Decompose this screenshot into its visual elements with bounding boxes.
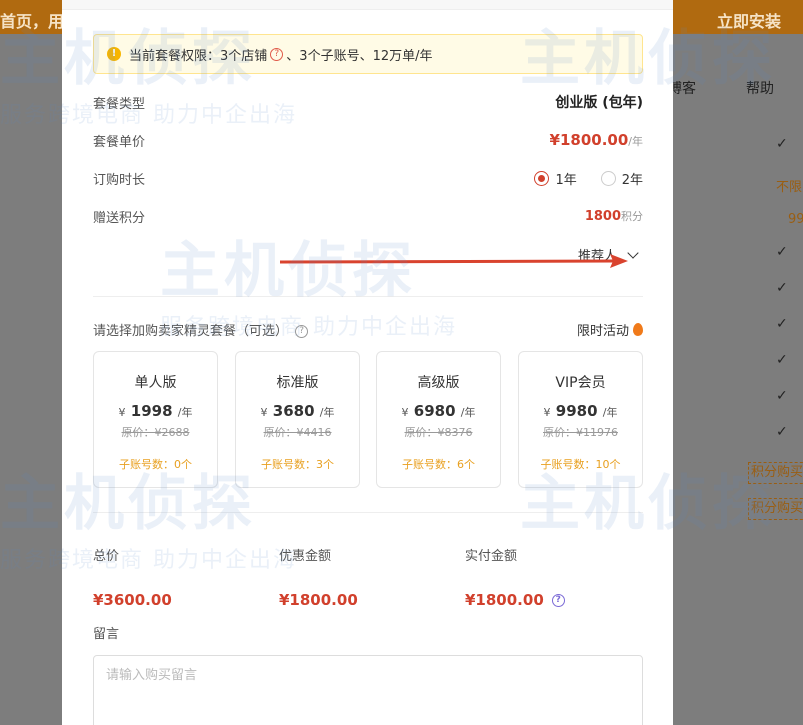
addon-card-subaccounts: 子账号数：6个: [402, 458, 475, 471]
notice-stores: 3个店铺: [220, 48, 268, 64]
total-value: ¥3600.00: [93, 591, 172, 609]
points-row: 赠送积分 1800积分: [93, 205, 643, 227]
discount-value: ¥1800.00: [279, 591, 358, 609]
duration-radio-group: 1年 2年: [534, 169, 643, 188]
plan-price-unit: /年: [628, 135, 643, 148]
plan-price: ¥1800.00/年: [550, 131, 643, 149]
purchase-modal: ! 当前套餐权限： 3个店铺 ? 、3个子账号、12万单/年 套餐类型 创业版 …: [62, 0, 673, 725]
addon-card-original-price: 原价：¥11976: [543, 426, 618, 439]
addon-card-name: 高级版: [417, 375, 460, 391]
addon-title: 请选择加购卖家精灵套餐（可选）: [93, 324, 289, 339]
check-icon: ✓: [776, 424, 788, 440]
addon-card-advanced[interactable]: 高级版 ¥ 6980 /年 原价：¥8376 子账号数：6个: [376, 351, 501, 488]
points-label: 赠送积分: [93, 210, 146, 226]
duration-row: 订购时长 1年 2年: [93, 167, 643, 189]
warning-icon: !: [107, 47, 121, 61]
help-icon[interactable]: ?: [551, 593, 565, 607]
check-icon: ✓: [776, 388, 788, 404]
duration-1y-label[interactable]: 1年: [555, 169, 576, 188]
paid-value: ¥1800.00: [465, 591, 544, 609]
points-buy-button[interactable]: 积分购买: [748, 462, 803, 484]
paid-value-wrap: ¥1800.00?: [465, 591, 568, 609]
addon-card-subaccounts: 子账号数：0个: [119, 458, 192, 471]
addon-card-name: VIP会员: [555, 375, 606, 391]
discount-amount: 优惠金额 ¥1800.00: [279, 545, 358, 609]
help-icon: ?: [0, 172, 14, 208]
help-icon: ?: [0, 136, 14, 172]
divider: [93, 296, 643, 297]
points-buy-button[interactable]: 积分购买: [748, 498, 803, 520]
plan-type-row: 套餐类型 创业版 (包年): [93, 91, 643, 113]
check-icon: ✓: [776, 280, 788, 296]
duration-2y-radio[interactable]: [600, 170, 616, 186]
addon-card-price: ¥ 1998 /年: [118, 402, 193, 420]
background-unlimited-text: 不限: [776, 180, 803, 195]
plan-price-value: ¥1800.00: [549, 131, 629, 149]
addon-header: 请选择加购卖家精灵套餐（可选） ? 限时活动: [93, 320, 643, 339]
addon-card-subaccounts: 子账号数：3个: [261, 458, 334, 471]
plan-price-row: 套餐单价 ¥1800.00/年: [93, 129, 643, 151]
addon-card-original-price: 原价：¥8376: [404, 426, 473, 439]
addon-card-standard[interactable]: 标准版 ¥ 3680 /年 原价：¥4416 子账号数：3个: [235, 351, 360, 488]
plan-permission-notice: ! 当前套餐权限： 3个店铺 ? 、3个子账号、12万单/年: [93, 34, 643, 74]
addon-card-price: ¥ 9980 /年: [543, 402, 618, 420]
total-label: 总价: [93, 549, 120, 564]
duration-label: 订购时长: [93, 172, 146, 188]
limited-promo: 限时活动: [577, 320, 643, 339]
addon-card-name: 单人版: [134, 375, 177, 391]
check-icon: ✓: [776, 352, 788, 368]
promo-label: 限时活动: [576, 324, 629, 339]
install-now-link[interactable]: 立即安装: [717, 8, 781, 32]
addon-card-price: ¥ 3680 /年: [260, 402, 335, 420]
duration-1y-radio[interactable]: [534, 170, 550, 186]
plan-type-label: 套餐类型: [93, 96, 146, 112]
addon-card-original-price: 原价：¥4416: [263, 426, 332, 439]
help-icon[interactable]: ?: [295, 325, 309, 338]
paid-label: 实付金额: [465, 549, 518, 564]
points: 1800积分: [585, 208, 643, 224]
message-input[interactable]: [93, 655, 643, 725]
check-icon: ✓: [776, 244, 788, 260]
message-label: 留言: [93, 627, 120, 642]
help-icon: ?: [0, 280, 14, 316]
nav-help[interactable]: 帮助: [746, 78, 774, 98]
addon-card-original-price: 原价：¥2688: [121, 426, 190, 439]
background-value-text: 99: [788, 212, 803, 227]
duration-2y-label[interactable]: 2年: [622, 169, 643, 188]
addon-card-subaccounts: 子账号数：10个: [540, 458, 621, 471]
plan-type-value: 创业版 (包年): [555, 95, 643, 111]
plan-price-label: 套餐单价: [93, 134, 146, 150]
total-price: 总价 ¥3600.00: [93, 545, 172, 609]
help-icon[interactable]: ?: [270, 47, 284, 61]
fire-icon: [633, 323, 643, 336]
points-value: 1800: [584, 209, 621, 224]
check-icon: ✓: [776, 316, 788, 332]
notice-prefix: 当前套餐权限：: [129, 48, 221, 64]
background-banner-text: 首页，用: [0, 12, 65, 31]
modal-header-strip: [62, 0, 673, 10]
discount-label: 优惠金额: [279, 549, 332, 564]
annotation-arrow: [280, 254, 628, 268]
addon-cards: 单人版 ¥ 1998 /年 原价：¥2688 子账号数：0个 标准版 ¥ 368…: [93, 351, 643, 488]
divider: [93, 512, 643, 513]
paid-amount: 实付金额 ¥1800.00?: [465, 545, 568, 609]
notice-suffix: 、3个子账号、12万单/年: [286, 48, 433, 64]
addon-card-single[interactable]: 单人版 ¥ 1998 /年 原价：¥2688 子账号数：0个: [93, 351, 218, 488]
addon-card-name: 标准版: [276, 375, 319, 391]
check-icon: ✓: [776, 136, 788, 152]
points-unit: 积分: [621, 210, 643, 223]
help-icon: ?: [0, 244, 14, 280]
background-left-column: ? ? ? ?: [0, 136, 14, 496]
addon-card-price: ¥ 6980 /年: [401, 402, 476, 420]
addon-card-vip[interactable]: VIP会员 ¥ 9980 /年 原价：¥11976 子账号数：10个: [518, 351, 643, 488]
